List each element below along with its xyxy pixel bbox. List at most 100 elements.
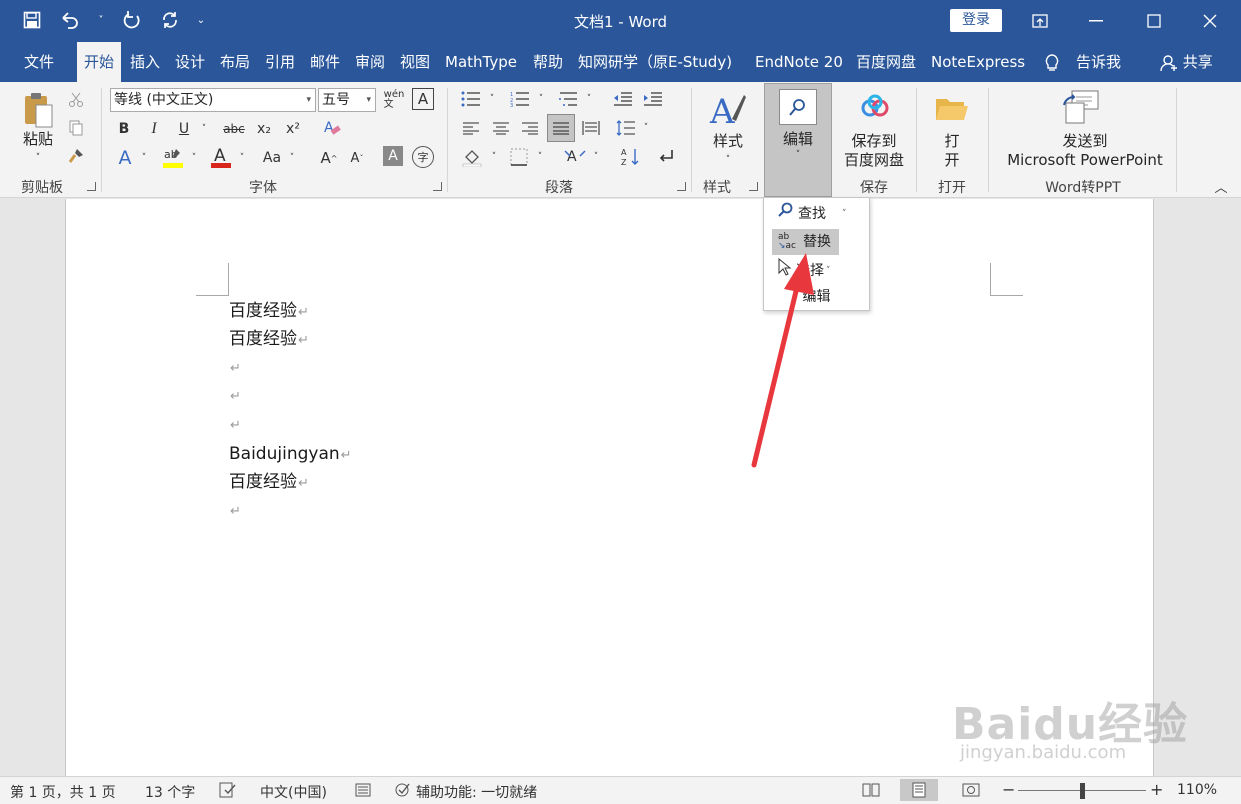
multilevel-dropdown-icon[interactable]: ˅ (583, 90, 595, 108)
tab-references[interactable]: 引用 (265, 42, 295, 82)
tab-view[interactable]: 视图 (400, 42, 430, 82)
save-icon[interactable] (20, 8, 44, 32)
customize-qat-icon[interactable]: ⌄ (196, 8, 206, 32)
document-paragraph[interactable]: 百度经验↵ (229, 468, 309, 496)
accessibility-icon[interactable] (394, 782, 412, 802)
font-size-combo[interactable]: 五号 ▾ (318, 88, 376, 112)
document-paragraph[interactable]: 百度经验↵ (229, 325, 309, 353)
paste-button[interactable]: 粘贴 ˅ (18, 130, 58, 168)
maximize-icon[interactable] (1126, 0, 1182, 42)
line-spacing-icon[interactable] (615, 118, 637, 138)
zoom-level[interactable]: 110% (1177, 782, 1217, 798)
font-launcher-icon[interactable] (433, 182, 442, 191)
justify-icon[interactable] (547, 114, 575, 142)
undo-dropdown-icon[interactable]: ˅ (96, 8, 106, 32)
share-button[interactable]: 共享 (1160, 42, 1213, 82)
tab-mathtype[interactable]: MathType (445, 42, 517, 82)
text-effects-icon[interactable]: A (114, 146, 136, 170)
enclose-characters-icon[interactable]: 字 (412, 146, 434, 168)
grow-font-button[interactable]: A ^ (318, 146, 340, 170)
open-folder-icon[interactable] (932, 92, 972, 124)
word-count[interactable]: 13 个字 (145, 782, 195, 802)
tab-cnki[interactable]: 知网研学（原E-Study) (578, 42, 732, 82)
read-mode-icon[interactable] (862, 782, 880, 802)
styles-icon[interactable]: A (707, 88, 749, 130)
tab-design[interactable]: 设计 (175, 42, 205, 82)
text-effects-dropdown-icon[interactable]: ˅ (138, 146, 150, 170)
phonetic-guide-icon[interactable]: wén 文 (384, 88, 405, 112)
tab-review[interactable]: 审阅 (355, 42, 385, 82)
change-case-button[interactable]: Aa (258, 146, 286, 170)
align-left-icon[interactable] (460, 118, 482, 138)
paste-icon[interactable] (20, 90, 56, 130)
chinese-layout-icon[interactable]: A (563, 146, 587, 168)
minimize-icon[interactable] (1068, 0, 1124, 42)
tab-baidu-netdisk[interactable]: 百度网盘 (856, 42, 916, 82)
baidu-netdisk-icon[interactable] (858, 92, 892, 122)
proofing-icon[interactable] (219, 782, 237, 802)
repeat-icon[interactable] (158, 8, 182, 32)
login-button[interactable]: 登录 (950, 9, 1002, 32)
shrink-font-button[interactable]: Aˇ (346, 146, 368, 170)
font-color-dropdown-icon[interactable]: ˅ (236, 146, 248, 170)
document-paragraph[interactable]: ↵ (229, 496, 241, 524)
highlight-dropdown-icon[interactable]: ˅ (188, 146, 200, 170)
macro-icon[interactable] (355, 782, 371, 802)
zoom-out-button[interactable]: − (1002, 780, 1015, 799)
character-shading-icon[interactable]: A (383, 146, 403, 166)
highlight-icon[interactable]: ab (160, 144, 186, 170)
numbering-icon[interactable]: 123 (509, 90, 531, 108)
sort-icon[interactable]: AZ (620, 146, 642, 168)
send-to-powerpoint-icon[interactable] (1060, 88, 1104, 126)
strikethrough-button[interactable]: abc (220, 118, 248, 140)
styles-launcher-icon[interactable] (749, 182, 758, 191)
clipboard-launcher-icon[interactable] (87, 182, 96, 191)
document-paragraph[interactable]: ↵ (229, 353, 241, 381)
zoom-in-button[interactable]: + (1150, 780, 1163, 799)
lightbulb-icon[interactable] (1043, 42, 1061, 82)
undo-icon[interactable] (58, 8, 82, 32)
line-spacing-dropdown-icon[interactable]: ˅ (640, 118, 652, 138)
document-paragraph[interactable]: ↵ (229, 410, 241, 438)
page-count[interactable]: 第 1 页，共 1 页 (10, 782, 116, 802)
increase-indent-icon[interactable] (642, 90, 664, 108)
document-paragraph[interactable]: 百度经验↵ (229, 297, 309, 325)
open-button[interactable]: 打 开 (932, 132, 972, 170)
tab-file[interactable]: 文件 (24, 42, 54, 82)
tab-mailings[interactable]: 邮件 (310, 42, 340, 82)
print-layout-icon[interactable] (900, 779, 938, 801)
save-to-baidu-button[interactable]: 保存到 百度网盘 (840, 132, 908, 170)
ribbon-display-icon[interactable] (1012, 0, 1068, 42)
accessibility-status[interactable]: 辅助功能: 一切就绪 (416, 782, 537, 802)
bold-button[interactable]: B (114, 118, 134, 140)
font-color-icon[interactable]: A (208, 144, 234, 170)
italic-button[interactable]: I (144, 118, 164, 140)
borders-dropdown-icon[interactable]: ˅ (534, 146, 546, 168)
distributed-icon[interactable] (580, 118, 602, 138)
send-to-powerpoint-button[interactable]: 发送到 Microsoft PowerPoint (1000, 132, 1170, 170)
zoom-slider-thumb[interactable] (1080, 783, 1085, 799)
borders-icon[interactable] (508, 146, 530, 168)
find-menu-item[interactable]: 查找 ˅ (772, 201, 855, 227)
align-center-icon[interactable] (490, 118, 512, 138)
close-icon[interactable] (1182, 0, 1238, 42)
change-case-dropdown-icon[interactable]: ˅ (286, 146, 298, 170)
tab-help[interactable]: 帮助 (533, 42, 563, 82)
editing-button[interactable]: 编辑 ˅ (764, 83, 832, 197)
shading-dropdown-icon[interactable]: ˅ (488, 146, 500, 168)
language-indicator[interactable]: 中文(中国) (260, 782, 327, 802)
tab-insert[interactable]: 插入 (130, 42, 160, 82)
tell-me-search[interactable]: 告诉我 (1076, 42, 1121, 82)
styles-button[interactable]: 样式 ˅ (704, 132, 752, 170)
chinese-layout-dropdown-icon[interactable]: ˅ (590, 146, 602, 168)
cut-icon[interactable] (66, 90, 86, 110)
copy-icon[interactable] (66, 118, 86, 138)
tab-endnote[interactable]: EndNote 20 (755, 42, 843, 82)
shading-icon[interactable] (460, 146, 484, 168)
format-painter-icon[interactable] (66, 146, 86, 166)
paragraph-launcher-icon[interactable] (677, 182, 686, 191)
redo-icon[interactable] (120, 8, 144, 32)
show-marks-icon[interactable] (655, 146, 677, 168)
font-name-combo[interactable]: 等线 (中文正文) ▾ (110, 88, 316, 112)
web-layout-icon[interactable] (962, 782, 980, 802)
